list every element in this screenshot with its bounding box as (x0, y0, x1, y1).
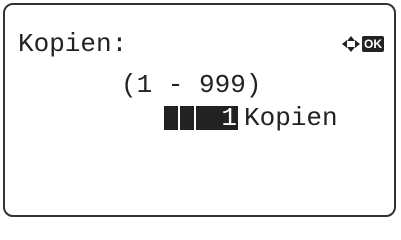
range-hint: (1 - 999) (121, 70, 262, 100)
copies-unit-label: Kopien (244, 103, 338, 133)
lcd-display: Kopien: OK (1 - 999) 1 Kopien (3, 3, 396, 217)
digit-cell (164, 106, 178, 130)
nav-hint: OK (341, 36, 395, 52)
copies-input[interactable]: 1 (164, 103, 238, 133)
screen-title: Kopien: (18, 29, 128, 59)
ok-badge: OK (362, 36, 384, 52)
copies-value: 1 (221, 103, 237, 133)
four-way-arrows-icon (342, 36, 360, 52)
digit-cell (180, 106, 194, 130)
